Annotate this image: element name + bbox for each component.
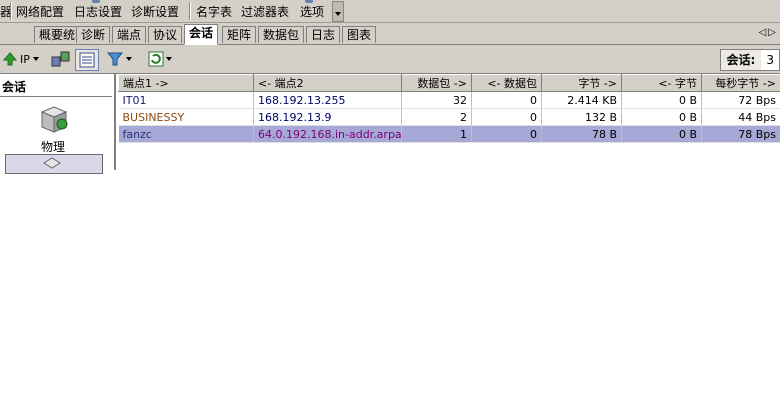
cell-bytes-out: 78 B <box>541 125 622 143</box>
ip-label: IP <box>20 52 30 66</box>
session-count-box: 会话: 3 <box>719 49 780 71</box>
session-count-label: 会话: <box>720 50 762 70</box>
selected-layer-item[interactable] <box>5 154 103 174</box>
table-row[interactable]: IT01 168.192.13.255 32 0 2.414 KB 0 B 72… <box>118 91 780 109</box>
cell-bytes-in: 0 B <box>621 108 702 126</box>
menu-item-diagnosis-settings[interactable]: 诊断设置 <box>131 4 179 20</box>
menu-item-options[interactable]: 选项 <box>300 4 324 20</box>
toolbar-icon-fragment <box>305 0 313 3</box>
list-view-icon <box>79 52 95 68</box>
col-header-endpoint2[interactable]: <- 端点2 <box>253 74 402 92</box>
physical-label[interactable]: 物理 <box>41 138 65 155</box>
network-nodes-icon <box>51 51 70 67</box>
cell-packets-out: 32 <box>401 91 472 109</box>
panel-title: 会话 <box>2 80 27 94</box>
tab-charts[interactable]: 图表 <box>342 26 377 43</box>
ip-layer-dropdown[interactable]: IP <box>3 49 39 69</box>
cell-bytes-in: 0 B <box>621 125 702 143</box>
refresh-icon <box>148 51 164 67</box>
cell-endpoint2: 64.0.192.168.in-addr.arpa <box>253 125 402 143</box>
cell-bytes-out: 132 B <box>541 108 622 126</box>
cell-packets-in: 0 <box>471 125 542 143</box>
table-row-selected[interactable]: fanzc 64.0.192.168.in-addr.arpa 1 0 78 B… <box>118 125 780 143</box>
chevron-down-icon <box>166 57 172 61</box>
menu-item-network-config[interactable]: 网络配置 <box>16 4 64 20</box>
up-arrow-icon <box>3 52 17 66</box>
server-icon <box>43 157 61 169</box>
toolbar-overflow-button[interactable] <box>332 1 344 22</box>
filter-icon <box>106 52 124 66</box>
cell-packets-in: 0 <box>471 91 542 109</box>
cell-bytes-in: 0 B <box>621 91 702 109</box>
col-header-endpoint1[interactable]: 端点1 -> <box>118 74 254 92</box>
cell-packets-out: 2 <box>401 108 472 126</box>
menu-item-name-table[interactable]: 名字表 <box>196 4 232 20</box>
cell-endpoint1: IT01 <box>118 91 254 109</box>
session-toolbar: IP 会话: 3 <box>0 45 780 74</box>
toolbar-separator <box>10 2 12 20</box>
cell-bytes-out: 2.414 KB <box>541 91 622 109</box>
tab-packets[interactable]: 数据包 <box>258 26 305 43</box>
tab-scroll-arrows[interactable]: ◁▷ <box>759 27 778 38</box>
cell-bps: 72 Bps <box>701 91 780 109</box>
col-header-packets-out[interactable]: 数据包 -> <box>401 74 472 92</box>
chevron-down-icon <box>32 57 39 61</box>
toolbar-separator <box>189 2 191 20</box>
col-header-bytes-out[interactable]: 字节 -> <box>541 74 622 92</box>
filter-dropdown[interactable] <box>106 49 132 69</box>
list-view-button[interactable] <box>75 49 99 71</box>
table-header-row: 端点1 -> <- 端点2 数据包 -> <- 数据包 字节 -> <- 字节 … <box>118 74 780 92</box>
cell-endpoint2: 168.192.13.255 <box>253 91 402 109</box>
sessions-table: 端点1 -> <- 端点2 数据包 -> <- 数据包 字节 -> <- 字节 … <box>118 74 780 143</box>
node-view-button[interactable] <box>50 49 72 69</box>
divider <box>0 96 112 97</box>
cell-endpoint1: fanzc <box>118 125 254 143</box>
session-count-value: 3 <box>766 53 774 67</box>
tab-log[interactable]: 日志 <box>306 26 341 43</box>
left-panel: 会话 物理 <box>0 74 116 174</box>
tab-protocols[interactable]: 协议 <box>148 26 183 43</box>
cell-endpoint1: BUSINESSY <box>118 108 254 126</box>
tab-diagnosis[interactable]: 诊断 <box>76 26 111 43</box>
col-header-bps[interactable]: 每秒字节 -> <box>701 74 780 92</box>
menu-item-filter-table[interactable]: 过滤器表 <box>241 4 289 20</box>
tab-sessions[interactable]: 会话 <box>184 24 219 45</box>
col-header-bytes-in[interactable]: <- 字节 <box>621 74 702 92</box>
toolbar-icon-fragment <box>92 0 100 3</box>
tab-endpoints[interactable]: 端点 <box>112 26 147 43</box>
tab-matrix[interactable]: 矩阵 <box>222 26 257 43</box>
cell-bps: 78 Bps <box>701 125 780 143</box>
cell-packets-in: 0 <box>471 108 542 126</box>
col-header-packets-in[interactable]: <- 数据包 <box>471 74 542 92</box>
cell-packets-out: 1 <box>401 125 472 143</box>
view-tabs: 概要统计 诊断 端点 协议 会话 矩阵 数据包 日志 图表 ◁▷ <box>0 23 780 45</box>
top-toolbar: 器 网络配置 日志设置 诊断设置 名字表 过滤器表 选项 <box>0 0 780 23</box>
refresh-dropdown[interactable] <box>148 49 172 69</box>
menu-item-log-settings[interactable]: 日志设置 <box>74 4 122 20</box>
chevron-down-icon <box>126 57 132 61</box>
cell-endpoint2: 168.192.13.9 <box>253 108 402 126</box>
server-icon[interactable] <box>38 104 70 136</box>
cell-bps: 44 Bps <box>701 108 780 126</box>
table-row[interactable]: BUSINESSY 168.192.13.9 2 0 132 B 0 B 44 … <box>118 108 780 126</box>
